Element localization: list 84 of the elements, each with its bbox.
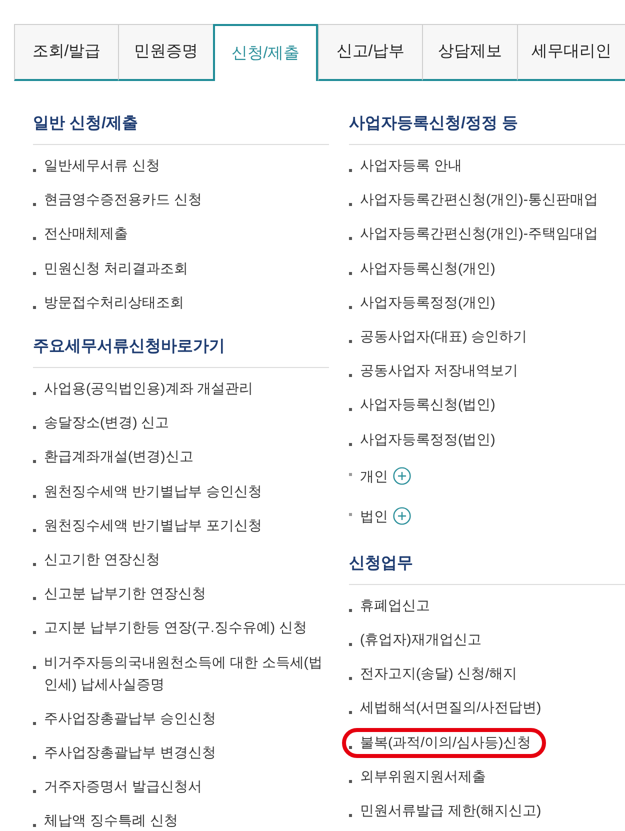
bullet-icon <box>33 392 36 396</box>
menu-link[interactable]: 신고분 납부기한 연장신청 <box>44 582 206 604</box>
bullet-icon <box>349 340 352 344</box>
menu-link[interactable]: 현금영수증전용카드 신청 <box>44 188 202 210</box>
menu-link[interactable]: 거주자증명서 발급신청서 <box>44 775 202 798</box>
menu-link[interactable]: 원천징수세액 반기별납부 포기신청 <box>44 514 262 536</box>
bullet-icon <box>33 790 36 794</box>
menu-link[interactable]: 사업자등록간편신청(개인)-주택임대업 <box>360 222 598 244</box>
menu-link[interactable]: 민원신청 처리결과조회 <box>44 256 188 279</box>
menu-link[interactable]: 사업용(공익법인용)계좌 개설관리 <box>44 377 254 400</box>
plus-circle-icon[interactable] <box>393 506 411 525</box>
bullet-icon <box>349 512 352 516</box>
bullet-icon <box>33 306 36 309</box>
section-heading: 주요세무서류신청바로가기 <box>33 336 226 357</box>
menu-link[interactable]: 체납액 징수특례 신청 <box>44 809 178 831</box>
menu-link[interactable]: 공동사업자 저장내역보기 <box>360 359 518 382</box>
tab[interactable]: 세무대리인 <box>517 24 625 81</box>
menu-link[interactable]: 전산매체제출 <box>44 222 128 244</box>
menu-link[interactable]: 비거주자등의국내원천소득에 대한 소득세(법인세) 납세사실증명 <box>44 650 329 695</box>
bullet-icon <box>349 642 352 646</box>
bullet-icon <box>349 780 352 783</box>
menu-link[interactable]: 전자고지(송달) 신청/해지 <box>360 662 518 684</box>
bullet-icon <box>349 169 352 172</box>
section-heading: 일반 신청/제출 <box>33 114 139 134</box>
bullet-icon <box>33 272 36 275</box>
bullet-icon <box>33 494 36 498</box>
bullet-icon <box>33 528 36 532</box>
bullet-icon <box>349 608 352 612</box>
menu-link[interactable]: 사업자등록신청(개인) <box>360 256 496 279</box>
bullet-icon <box>349 442 352 446</box>
bullet-icon <box>349 408 352 412</box>
menu-link[interactable]: 사업자등록신청(법인) <box>360 393 496 416</box>
menu-link[interactable]: 민원서류발급 제한(해지신고) <box>360 798 542 821</box>
menu-link[interactable]: 일반세무서류 신청 <box>44 154 160 176</box>
bullet-icon <box>349 677 352 680</box>
menu-link[interactable]: 사업자등록간편신청(개인)-통신판매업 <box>360 188 598 210</box>
bullet-icon <box>349 472 352 476</box>
bullet-icon <box>33 237 36 240</box>
menu-link[interactable]: 사업자등록정정(개인) <box>360 290 496 313</box>
tab[interactable]: 신청/제출 <box>213 24 318 81</box>
bullet-icon <box>349 203 352 206</box>
bullet-icon <box>349 272 352 275</box>
menu-link[interactable]: 불복(과적/이의/심사등)신청 <box>360 730 532 753</box>
bullet-icon <box>33 426 36 430</box>
section-heading: 사업자등록신청/정정 등 <box>349 114 519 134</box>
bullet-icon <box>33 562 36 566</box>
menu-link[interactable]: 공동사업자(대표) 승인하기 <box>360 325 528 348</box>
menu-link[interactable]: (휴업자)재개업신고 <box>360 628 482 650</box>
menu-link[interactable]: 주사업장총괄납부 변경신청 <box>44 740 216 763</box>
bullet-icon <box>33 722 36 725</box>
bullet-icon <box>33 597 36 600</box>
tab[interactable]: 조회/발급 <box>14 24 118 81</box>
menu-link[interactable]: 환급계좌개설(변경)신고 <box>44 445 194 468</box>
bullet-icon <box>349 814 352 817</box>
menu-link[interactable]: 세법해석(서면질의/사전답변) <box>360 696 542 718</box>
menu-link[interactable]: 외부위원지원서제출 <box>360 764 486 787</box>
menu-link[interactable]: 사업자등록 안내 <box>360 154 462 176</box>
bullet-icon <box>33 666 36 669</box>
menu-link[interactable]: 개인 <box>360 464 388 487</box>
menu-link[interactable]: 사업자등록정정(법인) <box>360 428 496 450</box>
bullet-icon <box>33 631 36 634</box>
menu-link[interactable]: 주사업장총괄납부 승인신청 <box>44 706 216 729</box>
tab[interactable]: 민원증명 <box>118 24 213 81</box>
menu-link[interactable]: 송달장소(변경) 신고 <box>44 411 170 434</box>
section-heading: 신청업무 <box>349 554 414 574</box>
menu-link[interactable]: 원천징수세액 반기별납부 승인신청 <box>44 480 262 502</box>
menu-link[interactable]: 고지분 납부기한등 연장(구.징수유예) 신청 <box>44 616 307 638</box>
menu-link[interactable]: 신고기한 연장신청 <box>44 548 160 570</box>
bullet-icon <box>349 237 352 240</box>
bullet-icon <box>33 460 36 464</box>
tab[interactable]: 신고/납부 <box>318 24 422 81</box>
bullet-icon <box>349 374 352 378</box>
bullet-icon <box>349 711 352 714</box>
tab[interactable]: 상담제보 <box>422 24 517 81</box>
menu-link[interactable]: 법인 <box>360 504 388 527</box>
bullet-icon <box>33 203 36 206</box>
bullet-icon <box>33 169 36 172</box>
menu-link[interactable]: 휴폐업신고 <box>360 594 430 616</box>
bullet-icon <box>349 746 352 749</box>
bullet-icon <box>33 756 36 759</box>
menu-link[interactable]: 방문접수처리상태조회 <box>44 290 184 313</box>
bullet-icon <box>33 824 36 828</box>
plus-circle-icon[interactable] <box>393 466 411 485</box>
bullet-icon <box>349 306 352 309</box>
